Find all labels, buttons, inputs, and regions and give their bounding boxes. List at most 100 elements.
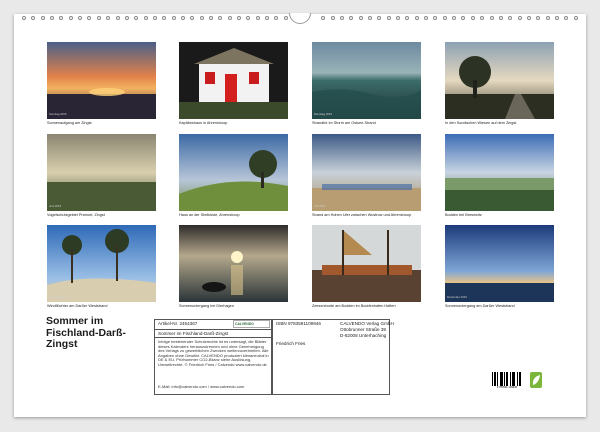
binding-hole (480, 16, 485, 20)
binding-hole (152, 16, 157, 20)
publisher-city: D-82008 Unterhaching (340, 333, 387, 338)
binding-hole (237, 16, 242, 20)
photo-caption: Strand am Hohen Ufer zwischen Wustrow un… (312, 213, 412, 217)
binding-hole (489, 16, 494, 20)
binding-hole (433, 16, 438, 20)
photo-caption: Haus an der Steilküste, Ahrenshoop (179, 213, 240, 217)
barcode-bar (514, 372, 515, 386)
info-title: Sommer im Fischland-Darß-Zingst (158, 331, 229, 336)
barcode-bar (507, 372, 508, 386)
publisher-street: Ottobrunner Straße 39 (340, 327, 386, 332)
binding-hole (218, 16, 223, 20)
barcode-bar (502, 372, 503, 386)
binding-hole (470, 16, 475, 20)
binding-hole (246, 16, 251, 20)
binding-hole (564, 16, 569, 20)
binding-hole (265, 16, 270, 20)
photo-thumbnail (179, 225, 288, 302)
binding-hole (209, 16, 213, 20)
binding-hole (358, 16, 363, 20)
photo-caption: Vogelschutzgebiet Pramort, Zingst (47, 213, 105, 217)
binding-hole (87, 16, 92, 20)
binding-hole (526, 16, 531, 20)
photo-thumbnail (312, 225, 421, 302)
photo-caption: Strandtür im Sturm am Ostsee-Strand (312, 121, 376, 125)
binding-hole (339, 16, 344, 20)
publisher-name: CALVENDO Verlag GmbH (340, 321, 394, 326)
publisher-info-block: Artikel-Nr. 2454367 CALVENDO Sommer im F… (154, 319, 532, 395)
binding-hole (31, 16, 36, 20)
binding-hole (180, 16, 185, 20)
photo-caption: Sonnenuntergang am Darßer Weststrand (445, 304, 515, 308)
barcode-bar (520, 372, 521, 386)
photo-caption: Zeesenboote am Bodden im Boddenhafen Haf… (312, 304, 396, 308)
binding-hole (68, 16, 73, 20)
binding-hole (162, 16, 167, 20)
isbn: ISBN 9783591109946 (276, 321, 321, 326)
binding-hole (59, 16, 64, 20)
binding-hole (171, 16, 176, 20)
contact-email: E-Mail: info@calvendo.com / www.calvendo… (158, 384, 245, 389)
binding-hole (330, 16, 335, 20)
photo-month-label: Dienstag 2015 (314, 112, 333, 116)
legal-disclaimer: Infolge bestehender Schutzrechte ist es … (158, 339, 269, 367)
binding-hole (321, 16, 326, 20)
photo-month-label: Juli 2015 (314, 204, 326, 208)
barcode-bar (495, 372, 496, 386)
photo-caption: Windflüchter am Darßer Weststrand (47, 304, 108, 308)
photo-month-label: Dezember 2015 (447, 295, 467, 299)
photo-thumbnail (179, 134, 288, 211)
binding-hole (274, 16, 279, 20)
binding-hole (377, 16, 382, 20)
photo-month-label: Februar 2015 (49, 295, 66, 299)
binding-hole (545, 16, 550, 20)
binding-hole (22, 16, 26, 20)
binding-hole (96, 16, 101, 20)
calvendo-logo: CALVENDO (233, 320, 270, 328)
binding-hole (227, 16, 232, 20)
photo-caption: Bodden bei Bresewitz (445, 213, 482, 217)
binding-hole (40, 16, 45, 20)
binding-hole (536, 16, 541, 20)
binding-hole (349, 16, 354, 20)
barcode: 9 783591 109946 (492, 372, 522, 390)
eco-leaf-icon (530, 372, 542, 388)
binding-hole (461, 16, 466, 20)
photo-caption: Sonnenaufgang am Zingst (47, 121, 92, 125)
binding-hole (508, 16, 513, 20)
binding-hole (424, 16, 429, 20)
calendar-title: Sommer im Fischland-Darß-Zingst (46, 315, 126, 350)
binding-hole (396, 16, 400, 20)
photo-thumbnail (47, 42, 156, 119)
barcode-bar (497, 372, 498, 386)
binding-hole (498, 16, 503, 20)
binding-hole (283, 16, 288, 20)
binding-hole (134, 16, 139, 20)
binding-hole (442, 16, 447, 20)
photo-month-label: Sonntag 2015 (49, 112, 67, 116)
author-name: Friedrich Fries (276, 341, 306, 346)
photo-caption: In den Sundischen Wiesen auf dem Zingst (445, 121, 517, 125)
photo-thumbnail (445, 134, 554, 211)
photo-caption: Sonnenuntergang bei Dierhagen (179, 304, 234, 308)
binding-hole (50, 16, 55, 20)
photo-thumbnail (179, 42, 288, 119)
binding-hole (452, 16, 457, 20)
photo-month-label: Juni 2015 (49, 204, 62, 208)
barcode-bar (510, 372, 511, 386)
binding-hole (554, 16, 559, 20)
binding-hole (367, 16, 372, 20)
binding-hole (78, 16, 83, 20)
binding-hole (124, 16, 129, 20)
barcode-bar (504, 372, 505, 386)
binding-hole (190, 16, 195, 20)
barcode-bar (492, 372, 493, 386)
barcode-number: 9 783591 109946 (496, 386, 518, 389)
binding-hole (573, 16, 578, 20)
photo-thumbnail (445, 42, 554, 119)
binding-hole (115, 16, 120, 20)
photo-thumbnail (312, 134, 421, 211)
photo-thumbnail (445, 225, 554, 302)
binding-hole (414, 16, 419, 20)
binding-hole (517, 16, 522, 20)
